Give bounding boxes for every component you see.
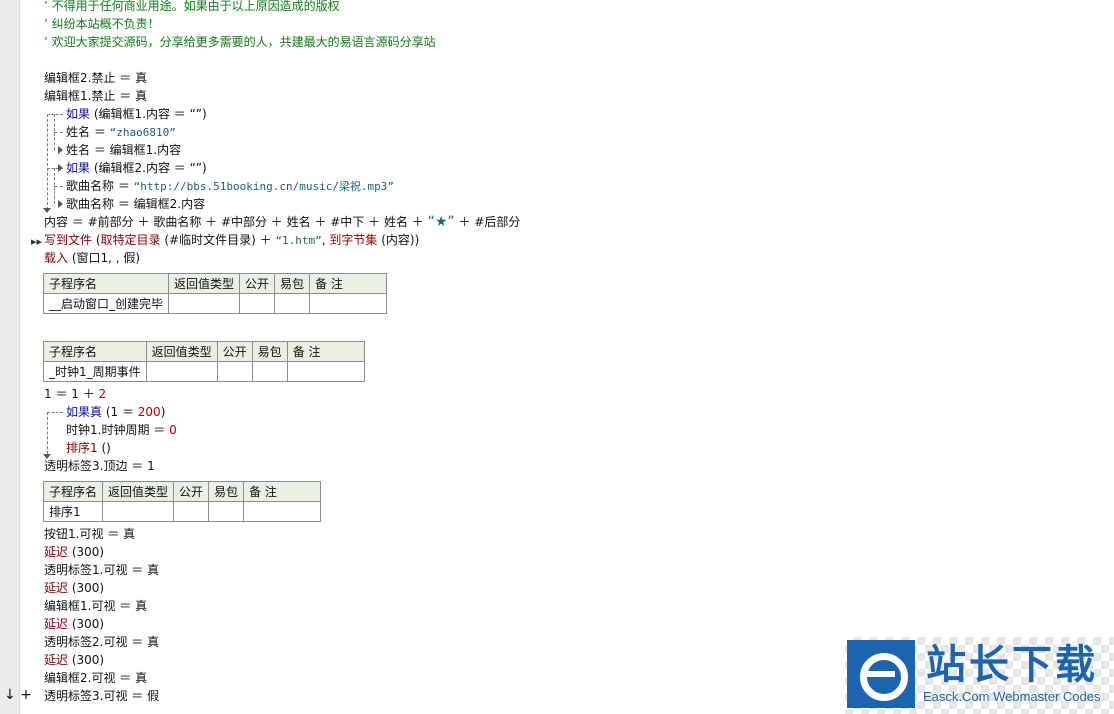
code-line: 透明标签3.可视 ＝ 假	[44, 689, 160, 703]
code-line: 姓名 ＝ “zhao6810”	[66, 125, 176, 139]
header-remark: 备 注	[309, 273, 388, 294]
flow-down-arrow-icon	[43, 454, 51, 459]
header-return-type: 返回值类型	[168, 273, 241, 294]
header-sub-name: 子程序名	[43, 341, 147, 362]
comment-line: ’ 欢迎大家提交源码，分享给更多需要的人，共建最大的易语言源码分享站	[44, 35, 436, 49]
code-line: 载入 (窗口1, , 假)	[44, 251, 141, 265]
flow-guide	[47, 412, 63, 413]
header-public: 公开	[216, 341, 253, 362]
string-literal: “1.htm”	[275, 234, 322, 247]
watermark-subtitle: Easck.Com Webmaster Codes	[923, 689, 1101, 704]
code-line: 歌曲名称 ＝ 编辑框2.内容	[66, 197, 206, 211]
code-line: 透明标签2.可视 ＝ 真	[44, 635, 160, 649]
header-return-type: 返回值类型	[102, 481, 175, 502]
code-line-current: 写到文件 (取特定目录 (#临时文件目录) ＋ “1.htm”, 到字节集 (内…	[44, 233, 420, 247]
code-line: 延迟 (300)	[44, 617, 105, 631]
code-line: 延迟 (300)	[44, 581, 105, 595]
string-literal: “http://bbs.51booking.cn/music/梁祝.mp3”	[133, 180, 395, 193]
code-line: 按钮1.可视 ＝ 真	[44, 527, 136, 541]
watermark-title: 站长下载	[926, 642, 1098, 688]
command-delay: 延迟	[44, 617, 69, 631]
sub-name-cell[interactable]: _时钟1_周期事件	[43, 361, 147, 382]
flow-guide	[47, 114, 48, 210]
code-line: 内容 ＝ #前部分 ＋ 歌曲名称 ＋ #中部分 ＋ 姓名 ＋ #中下 ＋ 姓名 …	[44, 214, 521, 230]
header-public: 公开	[239, 273, 276, 294]
gutter-glyph: ↓ +	[4, 687, 32, 703]
header-package: 易包	[208, 481, 245, 502]
flow-down-arrow-icon	[43, 208, 51, 213]
header-remark: 备 注	[243, 481, 322, 502]
code-editor[interactable]: ’ 不得用于任何商业用途。如果由于以上原因造成的版权 ’ 纠纷本站概不负责！ ’…	[0, 0, 1114, 714]
flow-arrow-icon	[58, 164, 63, 172]
code-line: 编辑框1.禁止 ＝ 真	[44, 89, 148, 103]
code-line: 编辑框2.可视 ＝ 真	[44, 671, 148, 685]
code-line: 透明标签3.顶边 ＝ 1	[44, 459, 155, 473]
sub-name-cell[interactable]: 排序1	[42, 501, 104, 522]
code-line: 透明标签1.可视 ＝ 真	[44, 563, 160, 577]
subroutine-table-3[interactable]: 子程序名 返回值类型 公开 易包 备 注 排序1	[42, 481, 322, 522]
command-delay: 延迟	[44, 545, 69, 559]
command-write-file: 写到文件	[44, 233, 93, 247]
header-public: 公开	[173, 481, 210, 502]
flow-arrow-icon	[58, 146, 63, 154]
code-line: 编辑框2.禁止 ＝ 真	[44, 71, 148, 85]
code-line: 姓名 ＝ 编辑框1.内容	[66, 143, 182, 157]
command-delay: 延迟	[44, 653, 69, 667]
code-line: 时钟1.时钟周期 ＝ 0	[66, 423, 177, 437]
sub-name-cell[interactable]: __启动窗口_创建完毕	[42, 293, 170, 314]
command-load: 载入	[44, 251, 69, 265]
header-sub-name: 子程序名	[42, 481, 104, 502]
header-return-type: 返回值类型	[145, 341, 218, 362]
command-delay: 延迟	[44, 581, 69, 595]
keyword-if: 如果	[66, 161, 91, 175]
current-line-marker-icon: ▸▸	[31, 235, 43, 248]
code-line-if: 如果 (编辑框1.内容 ＝ “”)	[66, 107, 207, 121]
header-remark: 备 注	[286, 341, 365, 362]
flow-arrow-icon	[58, 200, 63, 208]
code-line-iftrue: 如果真 (1 ＝ 200)	[66, 405, 166, 419]
flow-guide	[47, 412, 48, 454]
code-line: 延迟 (300)	[44, 653, 105, 667]
flow-guide	[47, 114, 63, 115]
subroutine-table-2[interactable]: 子程序名 返回值类型 公开 易包 备 注 _时钟1_周期事件	[43, 341, 365, 382]
code-line-if: 如果 (编辑框2.内容 ＝ “”)	[66, 161, 207, 175]
star-string: “★”	[427, 214, 455, 230]
code-line: 编辑框1.可视 ＝ 真	[44, 599, 148, 613]
string-literal: “zhao6810”	[109, 126, 176, 139]
header-package: 易包	[251, 341, 288, 362]
header-sub-name: 子程序名	[42, 273, 170, 294]
subroutine-table-1[interactable]: 子程序名 返回值类型 公开 易包 备 注 __启动窗口_创建完毕	[42, 273, 388, 314]
watermark-logo-icon	[847, 640, 915, 708]
code-line: 1 ＝ 1 ＋ 2	[44, 387, 107, 401]
flow-guide	[54, 186, 63, 187]
comment-line: ’ 纠纷本站概不负责！	[44, 17, 160, 31]
code-line: 歌曲名称 ＝ “http://bbs.51booking.cn/music/梁祝…	[66, 179, 395, 193]
code-line: 延迟 (300)	[44, 545, 105, 559]
header-package: 易包	[274, 273, 311, 294]
keyword-if: 如果	[66, 107, 91, 121]
flow-guide	[54, 132, 63, 133]
keyword-if-true: 如果真	[66, 405, 103, 419]
code-line: 排序1 ()	[66, 441, 111, 455]
watermark: 站长下载 Easck.Com Webmaster Codes	[845, 637, 1114, 714]
comment-line: ’ 不得用于任何商业用途。如果由于以上原因造成的版权	[44, 0, 340, 13]
